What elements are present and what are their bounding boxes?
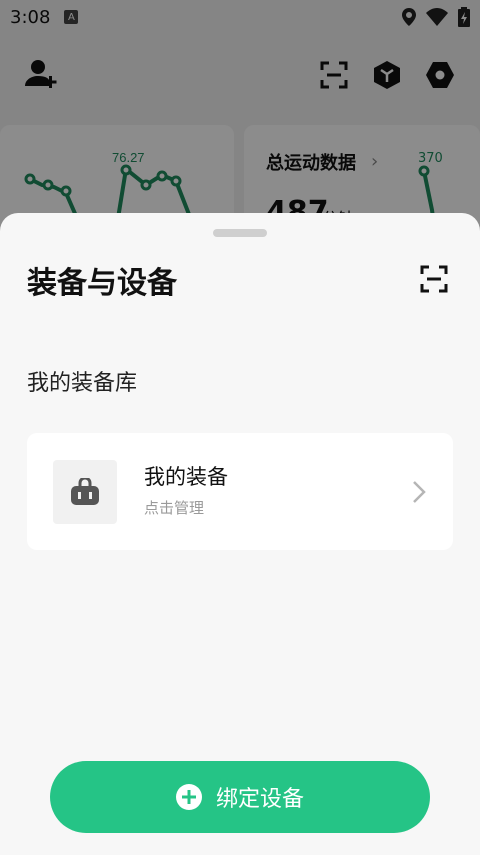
drag-handle[interactable] [213, 229, 267, 237]
section-title: 我的装备库 [27, 371, 138, 396]
equipment-thumbnail [53, 460, 117, 524]
scan-button[interactable] [416, 261, 452, 297]
bottom-sheet: 装备与设备 我的装备库 我的装备 点击管理 绑定设备 [0, 213, 480, 855]
equipment-subtitle: 点击管理 [144, 499, 205, 517]
my-equipment-card[interactable]: 我的装备 点击管理 [27, 433, 453, 550]
scan-icon [420, 265, 448, 293]
plus-circle-icon [175, 784, 202, 810]
bind-device-button[interactable]: 绑定设备 [50, 761, 430, 833]
sheet-title: 装备与设备 [27, 266, 177, 301]
bag-icon [71, 478, 99, 505]
equipment-name: 我的装备 [144, 465, 228, 489]
bind-device-label: 绑定设备 [215, 787, 304, 812]
chevron-right-icon [409, 477, 429, 507]
